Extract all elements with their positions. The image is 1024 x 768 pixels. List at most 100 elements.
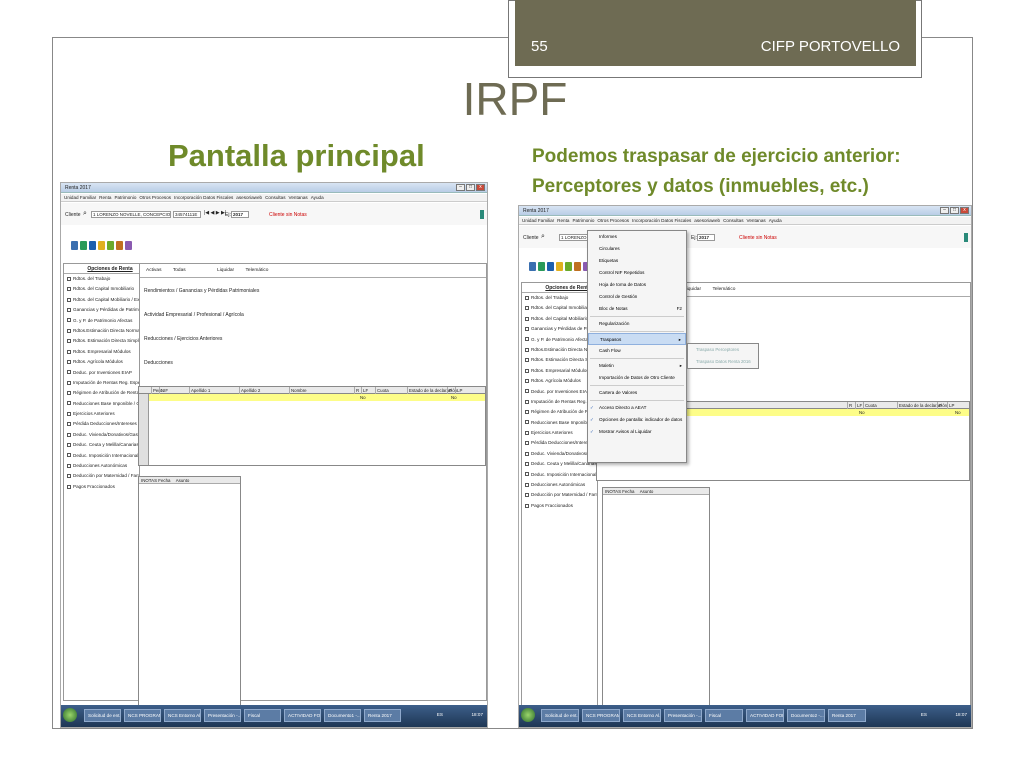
checkbox-icon[interactable]: [67, 297, 71, 302]
checkbox-icon[interactable]: [525, 462, 529, 467]
start-icon[interactable]: [521, 708, 535, 722]
submenu-traspaso-perceptores[interactable]: Traspaso Perceptores: [688, 344, 758, 356]
checkbox-icon[interactable]: [67, 422, 71, 427]
dropdown-item-bloc-de-notas[interactable]: Bloc de Notas F2: [588, 303, 686, 315]
menu-unidad-familiar[interactable]: Unidad Familiar: [64, 194, 96, 202]
checkbox-icon[interactable]: [67, 287, 71, 292]
checkbox-icon[interactable]: [525, 430, 529, 435]
dropdown-item-mostrar-avisos-al-liquidar[interactable]: Mostrar Avisos al Liquidar ✓: [588, 426, 686, 438]
checkbox-icon[interactable]: [67, 370, 71, 375]
menu-ventanas[interactable]: Ventanas: [289, 194, 308, 202]
section-rendimientos[interactable]: Rendimientos / Ganancias y Pérdidas Patr…: [144, 288, 259, 294]
year-field[interactable]: 2017: [697, 234, 715, 241]
dropdown-item-circulares[interactable]: Circulares: [588, 243, 686, 255]
dropdown-item-importacion-de-datos-de-otro-cliente[interactable]: Importación de Datos de Otro Cliente: [588, 372, 686, 384]
checkbox-icon[interactable]: [67, 307, 71, 312]
dropdown-item-cartera-de-valores[interactable]: Cartera de Valores: [588, 387, 686, 399]
checkbox-icon[interactable]: [525, 306, 529, 311]
dropdown-item-etiquetas[interactable]: Etiquetas: [588, 255, 686, 267]
grid-col-p[interactable]: P: [937, 402, 942, 409]
checkbox-icon[interactable]: [525, 316, 529, 321]
section-deducciones[interactable]: Deducciones: [144, 360, 173, 366]
checkbox-icon[interactable]: [525, 347, 529, 352]
grid-col-lf[interactable]: LF: [361, 387, 368, 394]
menu-renta[interactable]: Renta: [99, 194, 111, 202]
checkbox-icon[interactable]: [67, 359, 71, 364]
minimize-icon[interactable]: –: [456, 184, 465, 191]
submenu-traspaso-datos[interactable]: Traspaso Datos Renta 2016: [688, 356, 758, 368]
menu-patrimonio[interactable]: Patrimonio: [572, 217, 594, 225]
user-icon[interactable]: [71, 241, 78, 250]
taskbar-solicitud-de-ent[interactable]: Solicitud de ent...: [84, 709, 121, 722]
grid-col-p[interactable]: P: [447, 387, 452, 394]
grid-col-apellido-2[interactable]: Apellido 2: [239, 387, 260, 394]
taskbar-ncs-program[interactable]: NCS PROGRAM...: [124, 709, 161, 722]
client-name-field[interactable]: 1 LORENZO NOVELLE, CONCEPCION: [91, 211, 171, 218]
grid-col-lf[interactable]: LF: [855, 402, 862, 409]
tools-icon[interactable]: [80, 241, 87, 250]
checkbox-icon[interactable]: [525, 378, 529, 383]
checkbox-icon[interactable]: [67, 339, 71, 344]
checkbox-icon[interactable]: [67, 474, 71, 479]
taskbar-documento1[interactable]: Documento1 -...: [324, 709, 361, 722]
dropdown-item-informes[interactable]: Informes: [588, 231, 686, 243]
maximize-icon[interactable]: □: [950, 207, 959, 214]
menu-otros-procesos[interactable]: Otros Procesos: [597, 217, 629, 225]
close-icon[interactable]: x: [960, 207, 969, 214]
tools-icon[interactable]: [538, 262, 545, 271]
checkbox-icon[interactable]: [525, 451, 529, 456]
scroll-handle-icon[interactable]: [964, 233, 968, 242]
taskbar-fiscal[interactable]: Fiscal: [705, 709, 743, 722]
menu-ayuda[interactable]: Ayuda: [311, 194, 324, 202]
minimize-icon[interactable]: –: [940, 207, 949, 214]
tab-telematico[interactable]: Telemático: [246, 268, 269, 273]
print-icon[interactable]: [574, 262, 581, 271]
taskbar-ncs-program[interactable]: NCS PROGRAM...: [582, 709, 620, 722]
book-icon[interactable]: [107, 241, 114, 250]
grid-col-cuota[interactable]: Cuota: [863, 402, 877, 409]
grid-col-nif[interactable]: NIF: [159, 387, 168, 394]
menu-ventanas[interactable]: Ventanas: [747, 217, 766, 225]
checkbox-icon[interactable]: [525, 337, 529, 342]
checkbox-icon[interactable]: [525, 295, 529, 300]
start-icon[interactable]: [63, 708, 77, 722]
book-icon[interactable]: [565, 262, 572, 271]
checkbox-icon[interactable]: [525, 482, 529, 487]
menu-patrimonio[interactable]: Patrimonio: [114, 194, 136, 202]
checkbox-icon[interactable]: [67, 484, 71, 489]
dropdown-item-opciones-de-pantalla-indicador-de-datos[interactable]: Opciones de pantalla: indicador de datos…: [588, 414, 686, 426]
menu-asesoriaweb[interactable]: asesoriaweb: [694, 217, 720, 225]
menu-incorporacion-datos-fiscales[interactable]: Incorporación Datos Fiscales: [632, 217, 691, 225]
checkbox-icon[interactable]: [525, 420, 529, 425]
taskbar-presentacion[interactable]: Presentación -...: [664, 709, 702, 722]
checkbox-icon[interactable]: [67, 391, 71, 396]
year-field[interactable]: 2017: [231, 211, 249, 218]
menu-consultas[interactable]: Consultas: [265, 194, 285, 202]
search-icon[interactable]: ⌕: [83, 210, 87, 218]
taskbar-ncs-entorno-al[interactable]: NCS Entorno Al...: [164, 709, 201, 722]
menu-renta[interactable]: Renta: [557, 217, 569, 225]
tab-liquidar[interactable]: Liquidar: [217, 268, 234, 273]
client-id-field[interactable]: 34574111E: [173, 211, 201, 218]
print-icon[interactable]: [116, 241, 123, 250]
checkbox-icon[interactable]: [67, 401, 71, 406]
menu-otros-procesos[interactable]: Otros Procesos: [139, 194, 171, 202]
chart-icon[interactable]: [125, 241, 132, 250]
document-icon[interactable]: [547, 262, 554, 271]
checkbox-icon[interactable]: [67, 318, 71, 323]
grid-col-nombre[interactable]: Nombre: [289, 387, 307, 394]
scroll-handle-icon[interactable]: [480, 210, 484, 219]
menu-unidad-familiar[interactable]: Unidad Familiar: [522, 217, 554, 225]
section-reducciones[interactable]: Reducciones / Ejercicios Anteriores: [144, 336, 222, 342]
grid-col-lp[interactable]: LP: [947, 402, 954, 409]
tab-telematico[interactable]: Telemático: [712, 287, 735, 292]
grid-row[interactable]: No No: [139, 394, 485, 401]
dropdown-item-acceso-directo-a-aeat[interactable]: Acceso Directo a AEAT ✓: [588, 402, 686, 414]
document-icon[interactable]: [89, 241, 96, 250]
taskbar-actividad-for[interactable]: ACTIVIDAD FOR...: [284, 709, 321, 722]
grid-col-r[interactable]: R: [847, 402, 852, 409]
search-icon[interactable]: ⌕: [541, 233, 545, 241]
menu-incorporacion-datos-fiscales[interactable]: Incorporación Datos Fiscales: [174, 194, 233, 202]
taskbar-renta-2017[interactable]: Renta 2017: [364, 709, 401, 722]
grid-col-r[interactable]: R: [354, 387, 359, 394]
